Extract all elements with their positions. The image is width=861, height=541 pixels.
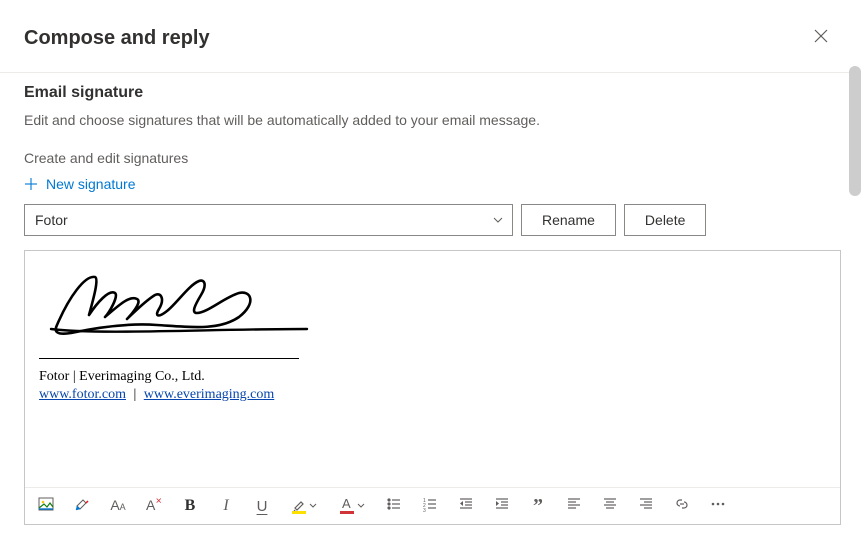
section-subtitle: Edit and choose signatures that will be … (24, 112, 837, 128)
editor-toolbar: AA A✕ B I U (25, 487, 840, 524)
section-title: Email signature (24, 84, 837, 102)
signature-cursive-image (39, 267, 826, 342)
signature-link-2[interactable]: www.everimaging.com (144, 387, 275, 402)
bullet-list-icon (386, 496, 402, 517)
quote-button[interactable]: ” (527, 494, 549, 518)
underline-button[interactable]: U (251, 494, 273, 518)
bold-button[interactable]: B (179, 494, 201, 518)
quote-icon: ” (533, 501, 543, 511)
italic-button[interactable]: I (215, 494, 237, 518)
link-separator: | (133, 387, 136, 402)
clear-format-icon: A✕ (146, 497, 162, 515)
link-icon (674, 496, 690, 517)
chevron-down-icon (492, 213, 504, 229)
italic-icon: I (223, 498, 228, 514)
new-signature-button[interactable]: New signature (24, 176, 136, 192)
signature-link-1[interactable]: www.fotor.com (39, 387, 126, 402)
font-size-icon: AA (110, 497, 125, 515)
signature-editor: Fotor | Everimaging Co., Ltd. www.fotor.… (24, 250, 841, 525)
chevron-down-icon (357, 497, 365, 515)
highlight-icon (291, 498, 307, 514)
decrease-indent-button[interactable] (455, 494, 477, 518)
align-left-icon (566, 496, 582, 517)
font-color-icon: A (339, 498, 355, 514)
highlight-color-button[interactable] (287, 494, 321, 518)
format-painter-button[interactable] (71, 494, 93, 518)
close-button[interactable] (805, 22, 837, 54)
signature-controls-row: Fotor Rename Delete (24, 204, 837, 236)
outdent-icon (458, 496, 474, 517)
font-color-button[interactable]: A (335, 494, 369, 518)
close-icon (814, 29, 828, 48)
signature-company-line: Fotor | Everimaging Co., Ltd. (39, 369, 826, 385)
signature-editor-content[interactable]: Fotor | Everimaging Co., Ltd. www.fotor.… (25, 251, 840, 487)
signature-select-value: Fotor (35, 212, 68, 228)
modal-header: Compose and reply (0, 0, 861, 73)
image-icon (38, 496, 54, 517)
align-center-icon (602, 496, 618, 517)
align-center-button[interactable] (599, 494, 621, 518)
increase-indent-button[interactable] (491, 494, 513, 518)
insert-image-button[interactable] (35, 494, 57, 518)
paint-icon (74, 496, 90, 517)
align-right-icon (638, 496, 654, 517)
page-title: Compose and reply (24, 27, 210, 50)
bulleted-list-button[interactable] (383, 494, 405, 518)
font-size-button[interactable]: AA (107, 494, 129, 518)
content-scroll: Email signature Edit and choose signatur… (0, 66, 861, 541)
align-left-button[interactable] (563, 494, 585, 518)
underline-icon: U (257, 499, 268, 514)
numbered-list-button[interactable]: 1 2 3 (419, 494, 441, 518)
content-area: Email signature Edit and choose signatur… (0, 66, 861, 541)
bold-icon: B (185, 498, 196, 514)
more-icon (710, 496, 726, 517)
delete-button[interactable]: Delete (624, 204, 706, 236)
plus-icon (24, 177, 38, 191)
clear-formatting-button[interactable]: A✕ (143, 494, 165, 518)
field-label: Create and edit signatures (24, 150, 837, 166)
more-options-button[interactable] (707, 494, 729, 518)
svg-text:3: 3 (423, 508, 426, 512)
align-right-button[interactable] (635, 494, 657, 518)
signature-select[interactable]: Fotor (24, 204, 513, 236)
new-signature-label: New signature (46, 176, 136, 192)
rename-button[interactable]: Rename (521, 204, 616, 236)
signature-divider (39, 358, 299, 359)
insert-link-button[interactable] (671, 494, 693, 518)
indent-icon (494, 496, 510, 517)
numbered-list-icon: 1 2 3 (422, 496, 438, 517)
signature-links-line: www.fotor.com | www.everimaging.com (39, 387, 826, 403)
chevron-down-icon (309, 497, 317, 515)
